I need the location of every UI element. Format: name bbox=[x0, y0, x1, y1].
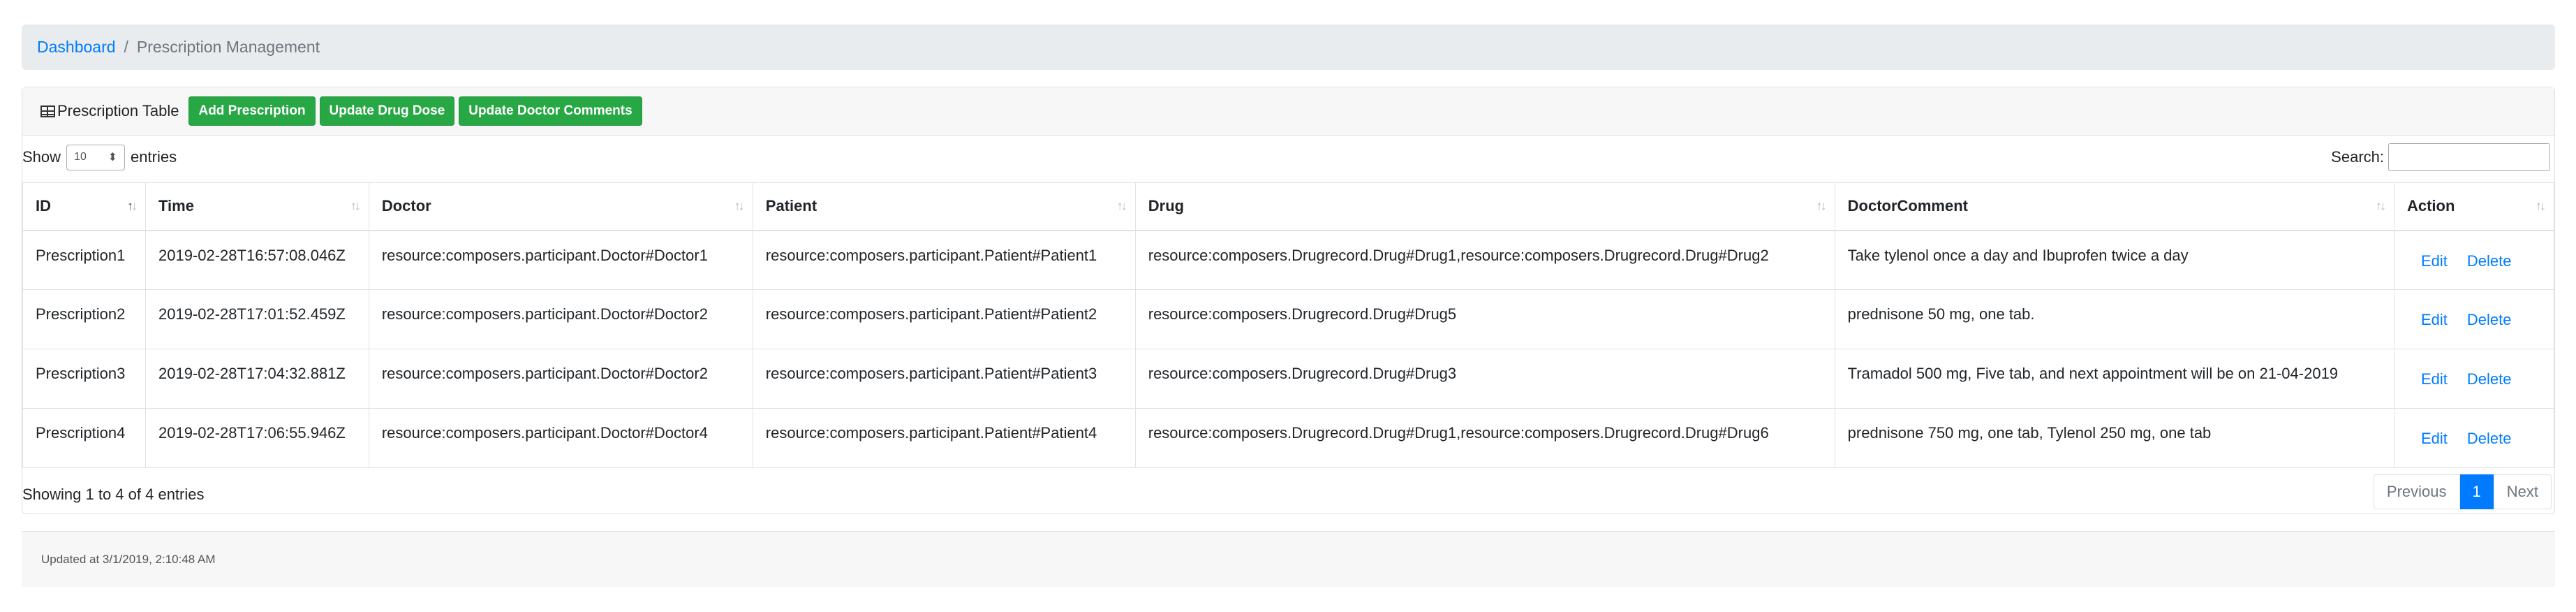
cell-patient: resource:composers.participant.Patient#P… bbox=[752, 289, 1136, 349]
cell-comment: Take tylenol once a day and Ibuprofen tw… bbox=[1834, 230, 2394, 290]
cell-comment: Tramadol 500 mg, Five tab, and next appo… bbox=[1834, 349, 2394, 409]
sort-arrows-icon: ↑↓ bbox=[734, 198, 745, 213]
update-doctor-comments-button[interactable]: Update Doctor Comments bbox=[459, 96, 642, 126]
cell-patient: resource:composers.participant.Patient#P… bbox=[752, 349, 1136, 409]
prescription-card: Prescription Table Add Prescription Upda… bbox=[22, 87, 2555, 514]
table-row: Prescription1 2019-02-28T16:57:08.046Z r… bbox=[22, 230, 2555, 290]
cell-time: 2019-02-28T17:06:55.946Z bbox=[145, 408, 369, 468]
table-row: Prescription4 2019-02-28T17:06:55.946Z r… bbox=[22, 408, 2555, 468]
cell-id: Prescription4 bbox=[22, 408, 146, 468]
table-row: Prescription2 2019-02-28T17:01:52.459Z r… bbox=[22, 289, 2555, 349]
column-header-action[interactable]: Action ↑↓ bbox=[2393, 182, 2555, 231]
column-header-drug[interactable]: Drug ↑↓ bbox=[1134, 182, 1835, 231]
cell-doctor: resource:composers.participant.Doctor#Do… bbox=[368, 349, 753, 409]
card-title: Prescription Table bbox=[40, 102, 179, 120]
search-label: Search: bbox=[2331, 148, 2384, 166]
cell-drug: resource:composers.Drugrecord.Drug#Drug5 bbox=[1134, 289, 1835, 349]
cell-patient: resource:composers.participant.Patient#P… bbox=[752, 408, 1136, 468]
breadcrumb: Dashboard / Prescription Management bbox=[22, 24, 2555, 70]
card-title-text: Prescription Table bbox=[57, 102, 179, 119]
pagination-page-1[interactable]: 1 bbox=[2459, 474, 2494, 509]
edit-link[interactable]: Edit bbox=[2421, 252, 2448, 270]
breadcrumb-separator: / bbox=[124, 38, 128, 56]
updated-timestamp: Updated at 3/1/2019, 2:10:48 AM bbox=[41, 552, 216, 566]
length-control: Show 10 ⬍ entries bbox=[22, 142, 177, 173]
cell-drug: resource:composers.Drugrecord.Drug#Drug1… bbox=[1134, 408, 1835, 468]
entries-length-value: 10 bbox=[74, 151, 87, 163]
table-icon bbox=[40, 105, 55, 117]
cell-comment: prednisone 50 mg, one tab. bbox=[1834, 289, 2394, 349]
cell-patient: resource:composers.participant.Patient#P… bbox=[752, 230, 1136, 290]
breadcrumb-current: Prescription Management bbox=[136, 38, 320, 56]
edit-link[interactable]: Edit bbox=[2421, 370, 2448, 388]
cell-id: Prescription3 bbox=[22, 349, 146, 409]
search-control: Search: bbox=[2331, 142, 2550, 173]
update-drug-dose-button[interactable]: Update Drug Dose bbox=[319, 96, 455, 126]
delete-link[interactable]: Delete bbox=[2467, 311, 2512, 328]
column-header-doctor[interactable]: Doctor ↑↓ bbox=[368, 182, 753, 231]
cell-time: 2019-02-28T16:57:08.046Z bbox=[145, 230, 369, 290]
delete-link[interactable]: Delete bbox=[2467, 430, 2512, 447]
entries-label: entries bbox=[131, 148, 177, 166]
table-row: Prescription3 2019-02-28T17:04:32.881Z r… bbox=[22, 349, 2555, 409]
page-footer: Updated at 3/1/2019, 2:10:48 AM bbox=[22, 531, 2555, 587]
column-header-time[interactable]: Time ↑↓ bbox=[145, 182, 369, 231]
cell-action: Edit Delete bbox=[2393, 408, 2555, 468]
cell-doctor: resource:composers.participant.Doctor#Do… bbox=[368, 408, 753, 468]
table-header-row: ID ↑↓ Time ↑↓ Doctor ↑↓ Patient ↑↓ Drug ↑↓ Do… bbox=[22, 182, 2555, 231]
table-controls: Show 10 ⬍ entries Search: bbox=[22, 142, 2554, 173]
cell-time: 2019-02-28T17:04:32.881Z bbox=[145, 349, 369, 409]
sort-arrows-icon: ↑↓ bbox=[1116, 198, 1127, 213]
pagination-previous[interactable]: Previous bbox=[2373, 474, 2460, 509]
cell-action: Edit Delete bbox=[2393, 230, 2555, 290]
cell-comment: prednisone 750 mg, one tab, Tylenol 250 … bbox=[1834, 408, 2394, 468]
pagination-next[interactable]: Next bbox=[2493, 474, 2552, 509]
prescription-table: ID ↑↓ Time ↑↓ Doctor ↑↓ Patient ↑↓ Drug ↑↓ Do… bbox=[22, 182, 2555, 468]
table-info: Showing 1 to 4 of 4 entries bbox=[22, 486, 205, 503]
cell-action: Edit Delete bbox=[2393, 289, 2555, 349]
column-header-id[interactable]: ID ↑↓ bbox=[22, 182, 146, 231]
card-header: Prescription Table Add Prescription Upda… bbox=[22, 87, 2554, 136]
sort-arrows-icon: ↑↓ bbox=[1816, 198, 1827, 213]
select-caret-icon: ⬍ bbox=[108, 152, 118, 163]
sort-arrows-icon: ↑↓ bbox=[2536, 198, 2546, 213]
entries-length-select[interactable]: 10 ⬍ bbox=[66, 144, 126, 170]
pagination: Previous 1 Next bbox=[2373, 474, 2552, 509]
edit-link[interactable]: Edit bbox=[2421, 430, 2448, 447]
show-label: Show bbox=[22, 148, 61, 166]
search-input[interactable] bbox=[2388, 143, 2550, 171]
cell-action: Edit Delete bbox=[2393, 349, 2555, 409]
cell-drug: resource:composers.Drugrecord.Drug#Drug1… bbox=[1134, 230, 1835, 290]
cell-id: Prescription2 bbox=[22, 289, 146, 349]
edit-link[interactable]: Edit bbox=[2421, 311, 2448, 328]
sort-arrows-icon: ↑↓ bbox=[126, 198, 138, 213]
add-prescription-button[interactable]: Add Prescription bbox=[188, 96, 316, 126]
sort-arrows-icon: ↑↓ bbox=[350, 198, 361, 213]
delete-link[interactable]: Delete bbox=[2467, 252, 2512, 270]
column-header-doctorcomment[interactable]: DoctorComment ↑↓ bbox=[1834, 182, 2394, 231]
cell-id: Prescription1 bbox=[22, 230, 146, 290]
delete-link[interactable]: Delete bbox=[2467, 370, 2512, 388]
cell-time: 2019-02-28T17:01:52.459Z bbox=[145, 289, 369, 349]
cell-drug: resource:composers.Drugrecord.Drug#Drug3 bbox=[1134, 349, 1835, 409]
column-header-patient[interactable]: Patient ↑↓ bbox=[752, 182, 1136, 231]
breadcrumb-dashboard-link[interactable]: Dashboard bbox=[37, 38, 116, 57]
cell-doctor: resource:composers.participant.Doctor#Do… bbox=[368, 230, 753, 290]
sort-arrows-icon: ↑↓ bbox=[2375, 198, 2386, 213]
cell-doctor: resource:composers.participant.Doctor#Do… bbox=[368, 289, 753, 349]
